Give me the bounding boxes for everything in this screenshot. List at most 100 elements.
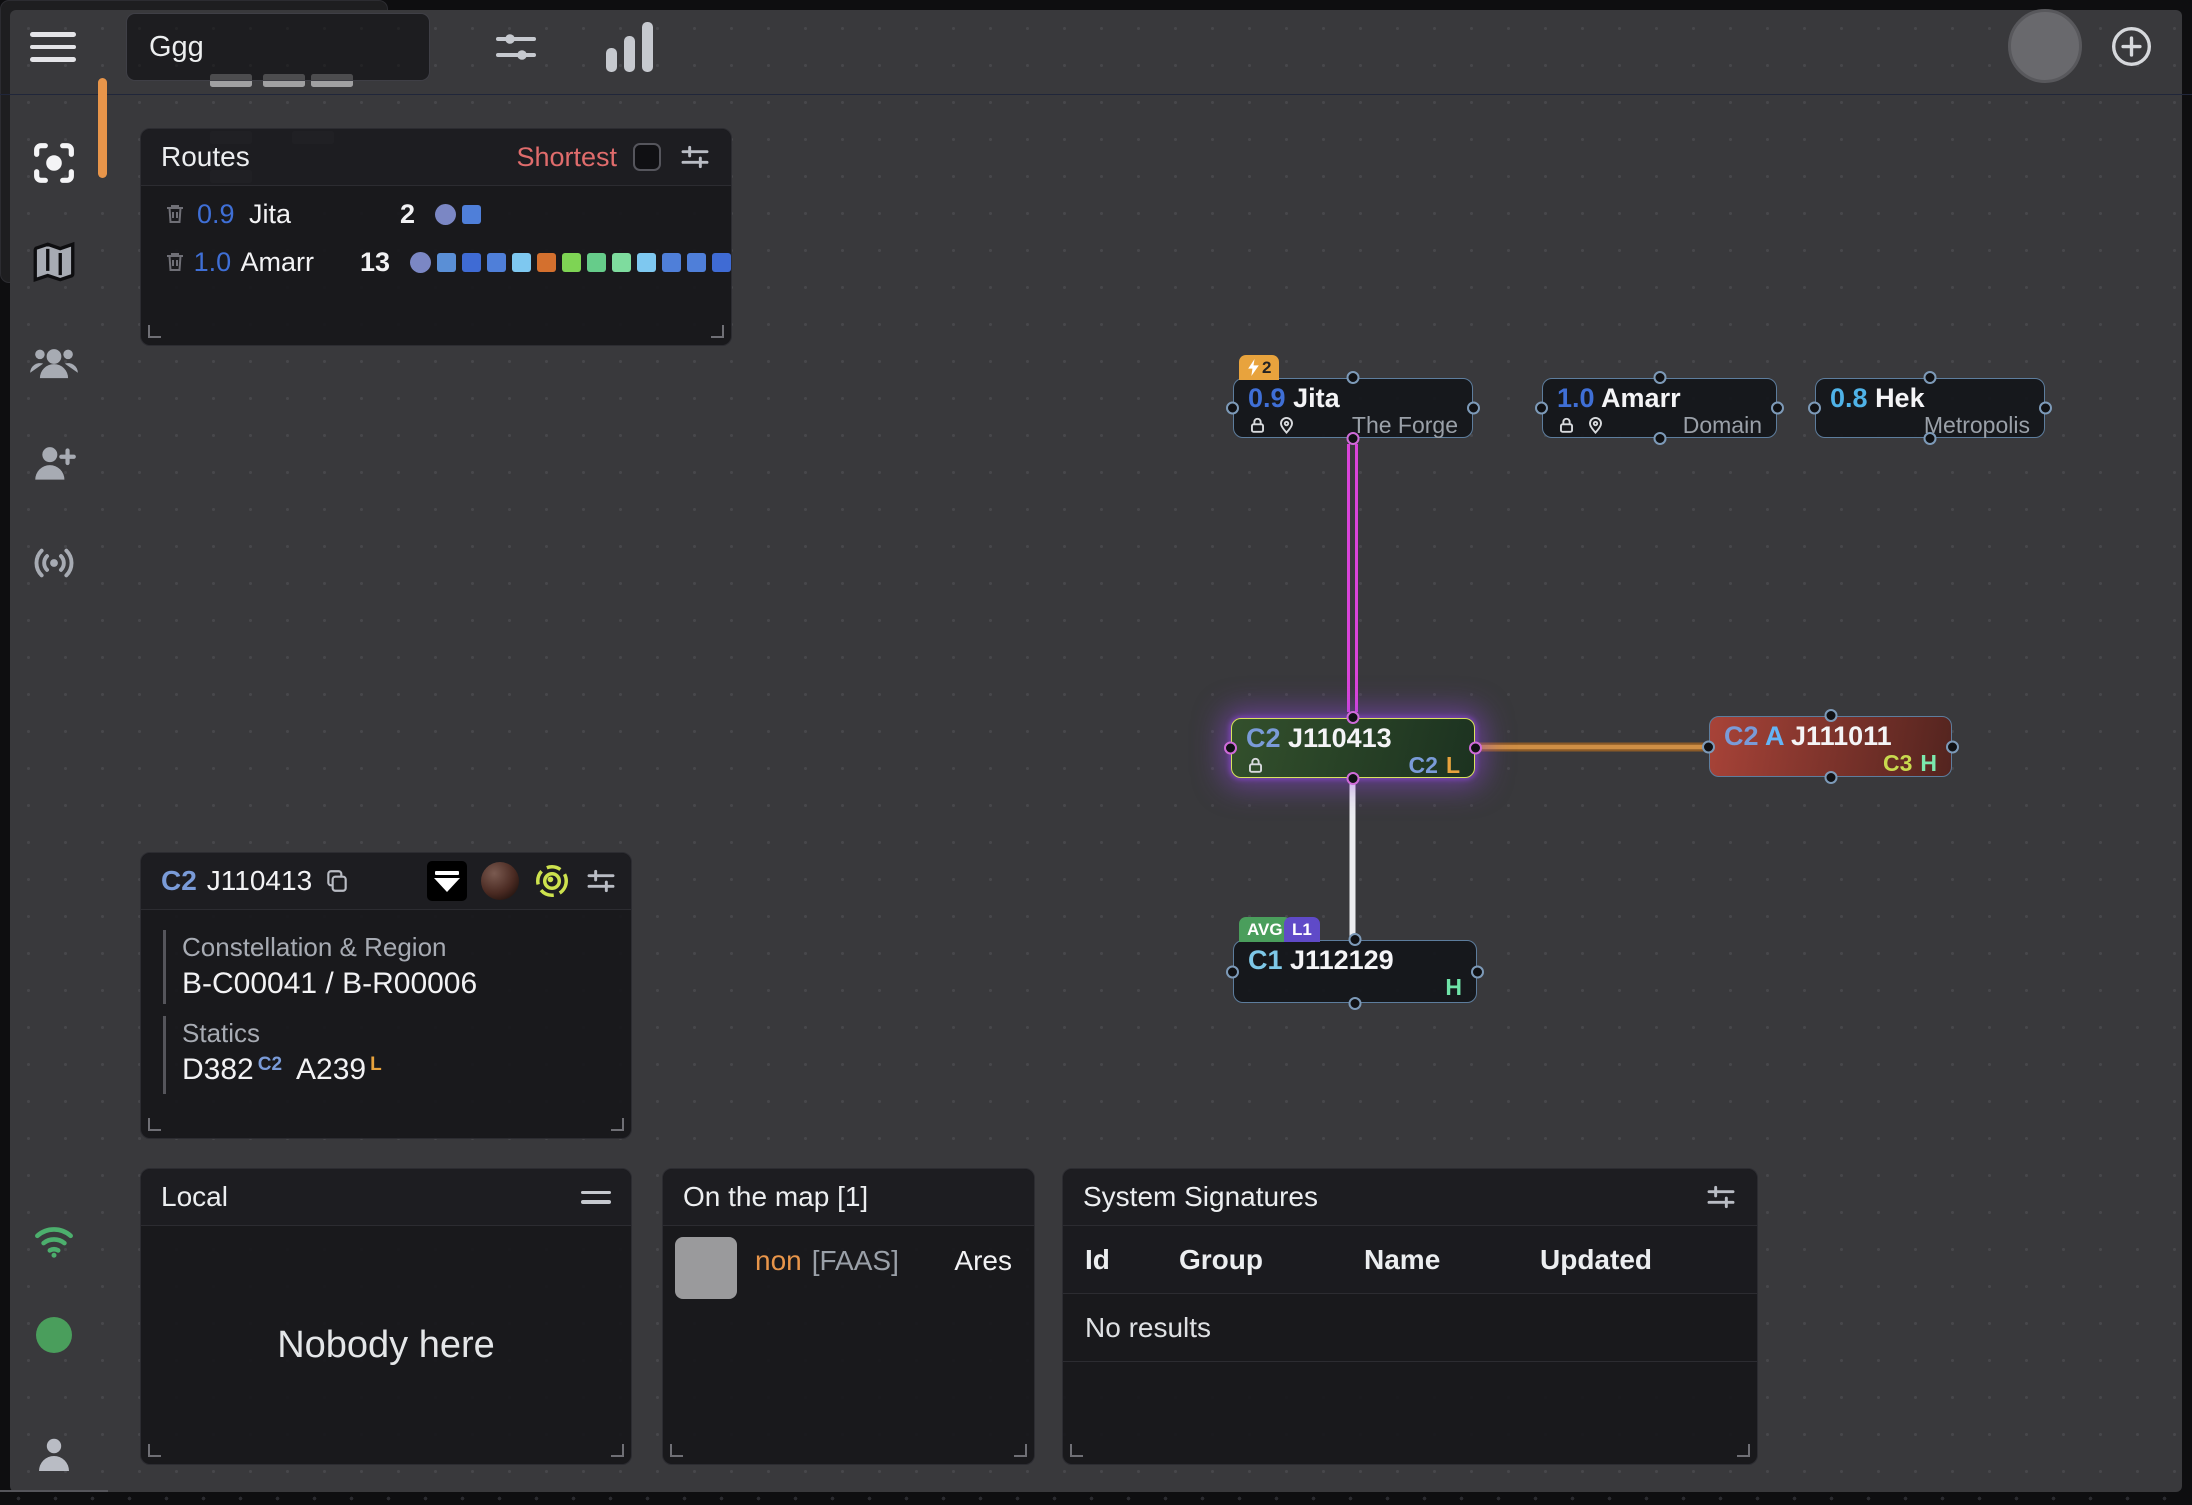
node-handle[interactable] xyxy=(1824,709,1837,722)
security-status: 0.9 xyxy=(1248,383,1286,413)
node-handle[interactable] xyxy=(1702,740,1715,753)
node-handle[interactable] xyxy=(1347,371,1360,384)
node-handle[interactable] xyxy=(1924,432,1937,445)
node-handle[interactable] xyxy=(1226,965,1239,978)
node-handle[interactable] xyxy=(1653,371,1666,384)
add-icon[interactable] xyxy=(2109,24,2154,69)
activity-chart-icon[interactable] xyxy=(606,22,653,72)
sidebar-item-characters[interactable] xyxy=(0,313,108,413)
menu-icon[interactable] xyxy=(30,24,76,70)
map-node-j111011[interactable]: C2 A J111011 C3H xyxy=(1709,716,1952,777)
copy-icon[interactable] xyxy=(324,868,350,894)
signatures-header[interactable]: System Signatures xyxy=(1063,1169,1757,1226)
node-handle[interactable] xyxy=(1467,402,1480,415)
resize-handle[interactable] xyxy=(148,325,161,338)
system-name: J110413 xyxy=(207,865,312,897)
map-node-amarr[interactable]: 1.0 Amarr Domain xyxy=(1542,378,1777,438)
column-name[interactable]: Name xyxy=(1364,1244,1540,1276)
resize-handle[interactable] xyxy=(670,1444,683,1457)
on-the-map-header[interactable]: On the map [1] xyxy=(663,1169,1034,1226)
pin-icon xyxy=(1277,416,1296,435)
node-handle[interactable] xyxy=(2039,402,2052,415)
node-handle[interactable] xyxy=(1224,742,1237,755)
security-status: 1.0 xyxy=(1557,383,1595,413)
user-avatar[interactable] xyxy=(2008,9,2082,83)
column-updated[interactable]: Updated xyxy=(1540,1244,1757,1276)
sidebar-item-add-character[interactable] xyxy=(0,413,108,513)
resize-handle[interactable] xyxy=(1014,1444,1027,1457)
node-handle[interactable] xyxy=(1347,772,1360,785)
system-settings-icon[interactable] xyxy=(585,865,617,897)
static-sec: H xyxy=(1445,976,1462,998)
signatures-column-headers[interactable]: Id Group Name Updated xyxy=(1063,1226,1757,1294)
sidebar-item-profile[interactable] xyxy=(0,1405,108,1505)
routes-settings-icon[interactable] xyxy=(679,141,711,173)
node-handle[interactable] xyxy=(1347,432,1360,445)
local-header[interactable]: Local xyxy=(141,1169,631,1226)
sidebar-item-focus[interactable] xyxy=(0,113,108,213)
route-row-jita[interactable]: 0.9 Jita 2 xyxy=(163,194,731,234)
node-handle[interactable] xyxy=(1349,997,1362,1010)
signatures-panel: System Signatures Id Group Name Updated … xyxy=(1062,1168,1758,1465)
resize-handle[interactable] xyxy=(1070,1444,1083,1457)
route-security: 1.0 xyxy=(194,247,241,278)
wormhole-class: C1 xyxy=(1248,945,1283,975)
node-handle[interactable] xyxy=(1226,402,1239,415)
node-handle[interactable] xyxy=(1347,711,1360,724)
resize-handle[interactable] xyxy=(148,1118,161,1131)
avg-badge: AVG xyxy=(1239,917,1291,942)
resize-handle[interactable] xyxy=(1737,1444,1750,1457)
rating-button[interactable] xyxy=(427,861,467,901)
local-empty-message: Nobody here xyxy=(141,1226,631,1464)
statics-block: Statics D382C2A239L xyxy=(163,1016,631,1094)
map-node-j112129[interactable]: AVG L1 C1 J112129 H xyxy=(1233,940,1477,1003)
node-handle[interactable] xyxy=(1771,402,1784,415)
filter-sliders-icon[interactable] xyxy=(492,23,540,71)
node-handle[interactable] xyxy=(1808,402,1821,415)
system-info-header[interactable]: C2 J110413 xyxy=(141,853,631,910)
routes-header[interactable]: Routes Shortest xyxy=(141,129,731,186)
pilot-corp: [FAAS] xyxy=(812,1245,899,1277)
system-name: J112129 xyxy=(1290,945,1394,975)
signatures-settings-icon[interactable] xyxy=(1705,1181,1737,1213)
static-dest-class: L xyxy=(370,1054,382,1075)
node-handle[interactable] xyxy=(1349,933,1362,946)
route-jump-count: 13 xyxy=(347,247,390,278)
kills-badge: 2 xyxy=(1239,355,1279,380)
sidebar-item-map[interactable] xyxy=(0,213,108,313)
resize-handle[interactable] xyxy=(148,1444,161,1457)
pilot-row[interactable]: non [FAAS] Ares xyxy=(675,1237,1022,1299)
map-node-jita[interactable]: 2 0.9 Jita The Forge xyxy=(1233,378,1473,438)
l1-badge: L1 xyxy=(1284,917,1320,942)
resize-handle[interactable] xyxy=(611,1118,624,1131)
node-handle[interactable] xyxy=(1653,432,1666,445)
node-handle[interactable] xyxy=(1471,965,1484,978)
route-destination: Amarr xyxy=(240,247,346,278)
column-id[interactable]: Id xyxy=(1085,1244,1179,1276)
node-handle[interactable] xyxy=(1469,742,1482,755)
resize-handle[interactable] xyxy=(611,1444,624,1457)
static-sec: H xyxy=(1920,750,1937,776)
connection-status xyxy=(0,1190,108,1290)
node-handle[interactable] xyxy=(1924,371,1937,384)
delete-route-icon[interactable] xyxy=(163,202,197,226)
local-title: Local xyxy=(161,1181,228,1213)
map-node-j110413[interactable]: C2 J110413 C2L xyxy=(1231,718,1475,778)
node-handle[interactable] xyxy=(1946,740,1959,753)
map-select[interactable]: Ggg xyxy=(126,13,430,81)
routes-title: Routes xyxy=(161,141,250,173)
sidebar-item-tracking[interactable] xyxy=(0,513,108,613)
planet-image[interactable] xyxy=(481,862,519,900)
shortest-checkbox[interactable] xyxy=(633,143,661,171)
route-row-amarr[interactable]: 1.0 Amarr 13 xyxy=(163,242,731,282)
route-security: 0.9 xyxy=(197,199,249,230)
static-dest-class: C2 xyxy=(258,1054,282,1075)
resize-handle[interactable] xyxy=(711,325,724,338)
map-node-hek[interactable]: 0.8 Hek Metropolis xyxy=(1815,378,2045,438)
delete-route-icon[interactable] xyxy=(163,250,194,274)
local-menu-icon[interactable] xyxy=(581,1185,611,1210)
node-handle[interactable] xyxy=(1824,771,1837,784)
column-group[interactable]: Group xyxy=(1179,1244,1364,1276)
effect-icon[interactable] xyxy=(533,862,571,900)
node-handle[interactable] xyxy=(1535,402,1548,415)
